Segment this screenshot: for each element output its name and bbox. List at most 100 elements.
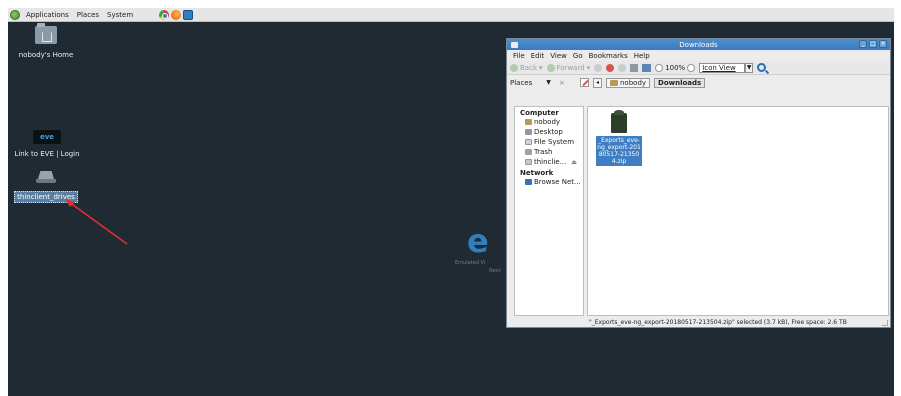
breadcrumb-label: Downloads <box>658 78 702 87</box>
sidebar-item-trash[interactable]: Trash <box>515 147 583 157</box>
trash-icon <box>525 149 532 155</box>
menu-view[interactable]: View <box>547 52 570 60</box>
eject-icon[interactable]: ⏏ <box>571 159 577 166</box>
home-folder-icon <box>525 119 532 125</box>
desktop-icon-eve-login[interactable]: eve Link to EVE | Login <box>8 130 86 159</box>
window-title: Downloads <box>679 40 718 49</box>
close-button[interactable]: × <box>879 40 887 48</box>
menu-applications[interactable]: Applications <box>22 8 73 22</box>
back-label: Back <box>520 63 537 72</box>
sidebar-item-nobody[interactable]: nobody <box>515 117 583 127</box>
menu-places[interactable]: Places <box>73 8 103 22</box>
watermark-text: Emulated Vi <box>455 260 486 266</box>
desktop-icon-label: nobody's Home <box>18 51 74 59</box>
watermark-logo: e <box>467 222 489 260</box>
zoom-controls: 100% <box>655 63 696 72</box>
home-icon <box>630 63 639 72</box>
reload-icon <box>618 63 627 72</box>
panel-launchers <box>159 9 194 20</box>
eve-logo-icon: eve <box>33 130 61 144</box>
sidebar-item-label: Browse Net... <box>534 178 581 186</box>
chevron-down-icon[interactable]: ▾ <box>587 64 591 72</box>
zoom-in-icon[interactable] <box>687 63 696 72</box>
chevron-down-icon: ▼ <box>546 79 551 86</box>
back-arrow-icon <box>510 63 518 72</box>
menu-help[interactable]: Help <box>631 52 653 60</box>
file-view[interactable]: _Exports_eve-ng_export-20180517-213504.z… <box>587 106 889 316</box>
desktop-folder-icon <box>525 129 532 135</box>
resize-grip-icon[interactable] <box>882 320 888 326</box>
back-button[interactable]: Back ▾ <box>510 63 543 72</box>
firefox-icon[interactable] <box>171 9 182 20</box>
forward-arrow-icon <box>546 63 555 72</box>
sidebar-item-label: File System <box>534 138 575 146</box>
maximize-button[interactable]: □ <box>869 40 877 48</box>
toolbar: Back ▾ Forward ▾ 100% Icon View ▼ <box>507 61 890 75</box>
panel-menu: Applications Places System <box>8 8 137 22</box>
sidebar-item-label: Desktop <box>534 128 563 136</box>
stop-button[interactable] <box>606 63 615 72</box>
sidebar-header-computer: Computer <box>520 109 559 117</box>
menubar: File Edit View Go Bookmarks Help <box>507 50 890 61</box>
window-titlebar[interactable]: Downloads _ □ × <box>507 39 890 50</box>
zoom-out-icon[interactable] <box>655 63 664 72</box>
applications-icon[interactable] <box>10 9 20 20</box>
drive-icon <box>36 171 56 183</box>
sidebar-item-label: thinclie... <box>534 158 567 166</box>
location-bar: Places ▼ × ◂ nobody Downloads <box>507 75 890 90</box>
sidebar-item-file-system[interactable]: File System <box>515 137 583 147</box>
breadcrumb-downloads[interactable]: Downloads <box>654 77 706 88</box>
minimize-button[interactable]: _ <box>859 40 867 48</box>
status-bar: "_Exports_eve-ng_export-20180517-213504.… <box>589 319 847 326</box>
places-sidebar: Computer nobody Desktop File System Tras… <box>514 106 584 316</box>
filesystem-icon <box>525 139 532 145</box>
home-folder-icon <box>35 23 57 44</box>
sidebar-header-network: Network <box>520 169 554 177</box>
folder-icon <box>610 79 618 86</box>
sidebar-item-desktop[interactable]: Desktop <box>515 127 583 137</box>
sidebar-mode-select[interactable]: Places ▼ × <box>510 79 576 87</box>
desktop-icon-label: Link to EVE | Login <box>14 150 80 158</box>
close-sidebar-icon[interactable]: × <box>559 79 565 87</box>
network-icon <box>525 179 532 185</box>
terminal-icon[interactable] <box>183 9 194 20</box>
view-mode-select[interactable]: Icon View <box>699 62 746 73</box>
zoom-level: 100% <box>665 63 686 72</box>
up-button[interactable] <box>594 63 603 72</box>
sidebar-mode-label: Places <box>510 78 533 87</box>
desktop: Applications Places System nobody's Home… <box>8 8 894 396</box>
edit-location-icon[interactable] <box>580 78 589 87</box>
up-arrow-icon <box>594 63 603 72</box>
sidebar-item-label: nobody <box>534 118 561 126</box>
menu-system[interactable]: System <box>103 8 137 22</box>
red-arrow-annotation <box>65 199 128 245</box>
sidebar-item-browse-network[interactable]: Browse Net... <box>515 177 583 187</box>
home-button[interactable] <box>630 63 639 72</box>
file-name: _Exports_eve-ng_export-20180517-213504.z… <box>596 136 642 166</box>
file-manager-window: Downloads _ □ × File Edit View Go Bookma… <box>506 38 891 328</box>
top-panel: Applications Places System <box>8 8 894 22</box>
forward-label: Forward <box>556 63 585 72</box>
watermark-subtext: Next <box>489 268 501 274</box>
menu-file[interactable]: File <box>510 52 528 60</box>
computer-icon <box>642 63 652 72</box>
reload-button[interactable] <box>618 63 627 72</box>
drive-icon <box>525 159 532 165</box>
chevron-down-icon[interactable]: ▼ <box>745 62 754 73</box>
file-item[interactable]: _Exports_eve-ng_export-20180517-213504.z… <box>596 110 642 166</box>
stop-icon <box>606 63 615 72</box>
menu-go[interactable]: Go <box>570 52 586 60</box>
window-controls: _ □ × <box>859 40 887 48</box>
computer-button[interactable] <box>642 63 652 72</box>
breadcrumb-nobody[interactable]: nobody <box>606 77 651 88</box>
desktop-icon-home[interactable]: nobody's Home <box>14 23 78 60</box>
search-icon[interactable] <box>757 63 767 72</box>
menu-edit[interactable]: Edit <box>528 52 548 60</box>
menu-bookmarks[interactable]: Bookmarks <box>586 52 631 60</box>
breadcrumb-label: nobody <box>620 78 647 87</box>
forward-button[interactable]: Forward ▾ <box>546 63 591 72</box>
chevron-down-icon[interactable]: ▾ <box>539 64 543 72</box>
chevron-left-icon[interactable]: ◂ <box>593 77 602 88</box>
sidebar-item-thinclient[interactable]: thinclie... ⏏ <box>515 157 583 167</box>
chrome-icon[interactable] <box>159 9 170 20</box>
